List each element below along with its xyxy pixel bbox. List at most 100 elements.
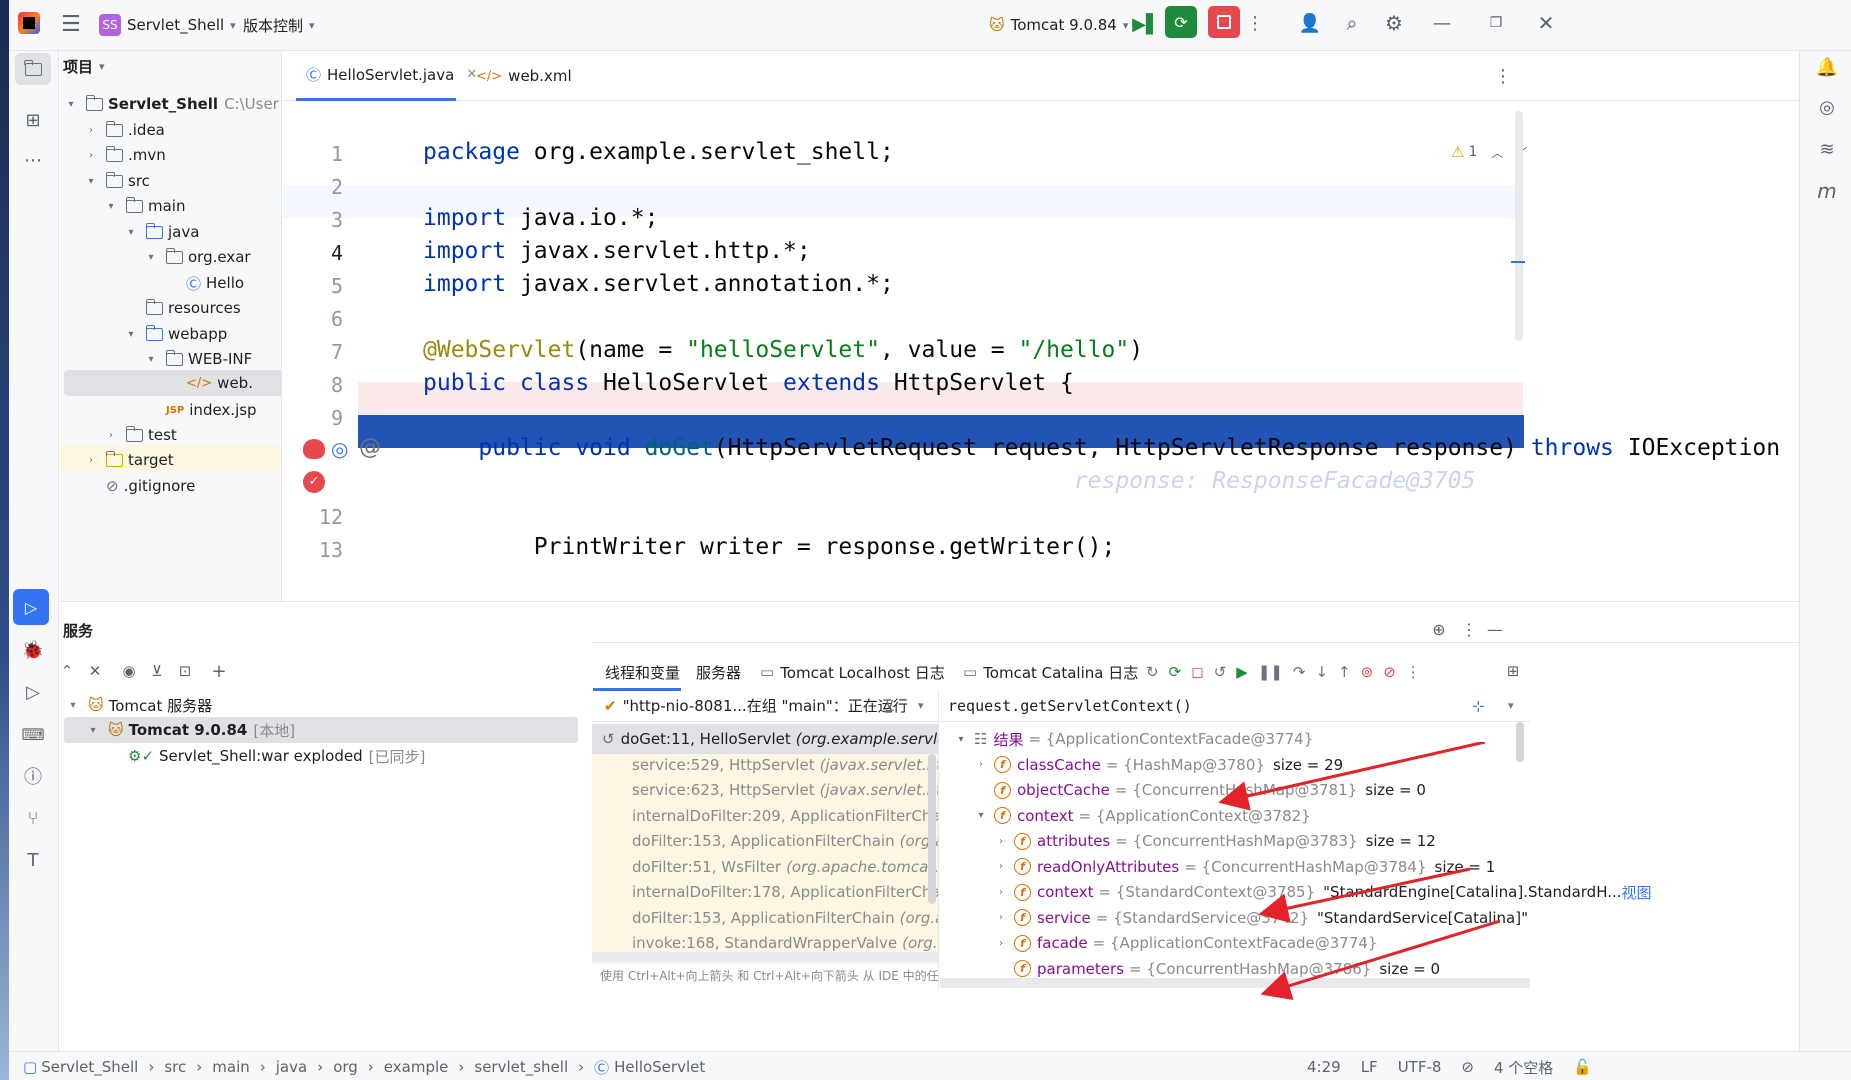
tab-threads-vars[interactable]: 线程和变量 xyxy=(605,658,680,686)
line-ending[interactable]: LF xyxy=(1361,1058,1378,1076)
indent-setting[interactable]: 4 个空格 xyxy=(1494,1057,1553,1078)
main-menu-icon[interactable]: ☰ xyxy=(59,12,83,37)
collapse-arrow-icon[interactable]: › xyxy=(994,938,1008,949)
breadcrumb-item[interactable]: main xyxy=(212,1058,249,1076)
services-icon[interactable]: ▷ xyxy=(13,589,49,625)
no-lock-icon[interactable]: ⊘ xyxy=(1461,1058,1474,1076)
debug-bug-icon[interactable]: 🐞 xyxy=(18,635,48,665)
debug-rerun-button[interactable]: ⟳ xyxy=(1165,6,1197,38)
active-breakpoint-icon[interactable]: ✓ xyxy=(303,471,325,493)
add-service-icon[interactable]: + xyxy=(208,660,230,682)
frames-hscroll[interactable] xyxy=(592,952,938,962)
tab-catalina-log[interactable]: ▭ Tomcat Catalina 日志 xyxy=(963,658,1138,686)
expand-all-icon[interactable]: ⌃ xyxy=(56,660,78,682)
collapse-arrow-icon[interactable]: › xyxy=(974,759,988,770)
vertical-scrollbar[interactable] xyxy=(1515,111,1523,341)
step-over-icon[interactable]: ↷ xyxy=(1293,663,1306,681)
tree-row-webxml[interactable]: </> web. xyxy=(186,368,253,398)
add-user-icon[interactable]: 👤 xyxy=(1297,10,1323,36)
settings-gear-icon[interactable]: ⚙ xyxy=(1381,10,1407,36)
tree-row-indexjsp[interactable]: JSP index.jsp xyxy=(166,395,257,425)
file-encoding[interactable]: UTF-8 xyxy=(1398,1058,1442,1076)
new-tab-icon[interactable]: ⊡ xyxy=(174,660,196,682)
minimize-icon[interactable]: — xyxy=(1429,10,1455,36)
notifications-icon[interactable]: 🔔 xyxy=(1813,53,1841,81)
more-icon[interactable]: ⋮ xyxy=(1406,663,1421,681)
filter-icon[interactable]: ⊻ xyxy=(146,660,168,682)
breadcrumb-item[interactable]: java xyxy=(276,1058,307,1076)
tree-row-gitignore[interactable]: ⊘ .gitignore xyxy=(106,471,195,501)
project-folder-icon[interactable] xyxy=(15,53,51,85)
expand-arrow-icon[interactable]: ▾ xyxy=(954,734,968,745)
hide-panel-icon[interactable]: — xyxy=(1484,618,1506,640)
project-panel-header[interactable]: 项目 ▾ xyxy=(63,53,105,79)
stop-button[interactable] xyxy=(1208,6,1240,38)
tab-menu-icon[interactable]: ⋮ xyxy=(1493,63,1513,89)
breadcrumb-item[interactable]: example xyxy=(384,1058,449,1076)
override-method-icon[interactable]: ◎ xyxy=(331,437,348,461)
vcs-menu[interactable]: 版本控制 ▾ xyxy=(243,10,315,40)
resume-icon[interactable]: ▶▌ xyxy=(1132,11,1160,37)
chevron-up-icon[interactable]: ︿ xyxy=(1491,144,1503,161)
tab-localhost-log[interactable]: ▭ Tomcat Localhost 日志 xyxy=(760,658,945,686)
app-logo[interactable] xyxy=(18,12,40,34)
collapse-arrow-icon[interactable]: › xyxy=(994,836,1008,847)
search-icon[interactable]: ⌕ xyxy=(1339,10,1365,36)
expression-field[interactable]: request.getServletContext() ⊹ ▾ xyxy=(940,690,1530,722)
breadcrumb-item[interactable]: org xyxy=(333,1058,358,1076)
chevron-down-icon[interactable]: ▾ xyxy=(1508,699,1514,712)
step-out-icon[interactable]: ↑ xyxy=(1338,663,1351,681)
collapse-arrow-icon[interactable]: › xyxy=(994,912,1008,923)
breadcrumb-item[interactable]: Servlet_Shell xyxy=(41,1058,138,1076)
service-artifact[interactable]: ⚙✓ Servlet_Shell:war exploded [已同步] xyxy=(128,741,425,771)
layout-icon[interactable]: ⊞ xyxy=(1502,660,1524,682)
pause-icon[interactable]: ❚❚ xyxy=(1258,663,1283,681)
run-icon[interactable]: ▷ xyxy=(18,677,48,707)
breadcrumb-item[interactable]: src xyxy=(164,1058,186,1076)
step-into-icon[interactable]: ↓ xyxy=(1315,663,1328,681)
frames-scrollbar[interactable] xyxy=(928,754,936,904)
project-selector[interactable]: SS Servlet_Shell ▾ xyxy=(99,10,236,40)
stop-icon[interactable]: ◻ xyxy=(1191,663,1203,681)
readonly-lock-icon[interactable]: 🔓 xyxy=(1573,1058,1592,1076)
more-icon[interactable]: ⋮ xyxy=(1245,11,1265,35)
target-icon[interactable]: ⊕ xyxy=(1428,618,1450,640)
ai-assistant-icon[interactable]: ◎ xyxy=(1813,93,1841,121)
collapse-all-icon[interactable]: ✕ xyxy=(84,660,106,682)
database-icon[interactable]: ≋ xyxy=(1813,135,1841,163)
add-watch-icon[interactable]: ⊹ xyxy=(1472,697,1485,715)
eye-icon[interactable]: ◉ xyxy=(118,660,140,682)
git-icon[interactable]: ⑂ xyxy=(18,803,48,833)
terminal-icon[interactable]: ⌨ xyxy=(18,719,48,749)
breadcrumb-item[interactable]: HelloServlet xyxy=(614,1058,705,1076)
problems-icon[interactable]: ⓘ xyxy=(18,761,48,791)
filter-icon[interactable]: ⊻ xyxy=(884,697,895,715)
breakpoint-icon[interactable] xyxy=(303,439,325,459)
collapse-arrow-icon[interactable]: › xyxy=(994,861,1008,872)
reload-icon[interactable]: ↺ xyxy=(1214,663,1227,681)
structure-icon[interactable]: ⊞ xyxy=(18,105,48,135)
breadcrumb-item[interactable]: servlet_shell xyxy=(474,1058,568,1076)
close-icon[interactable]: ✕ xyxy=(1533,10,1559,36)
more-tools-icon[interactable]: ⋯ xyxy=(18,145,48,175)
view-breakpoints-icon[interactable]: ⊚ xyxy=(1361,663,1374,681)
endpoint-icon[interactable]: @ xyxy=(359,435,381,460)
thread-selector[interactable]: ✔ "http-nio-8081...在组 "main"：正在运行 ⊻ ▾ xyxy=(592,690,938,722)
tab-server[interactable]: 服务器 xyxy=(696,658,741,686)
tab-webxml[interactable]: </> web.xml xyxy=(468,51,572,101)
mute-breakpoints-icon[interactable]: ⊘ xyxy=(1383,663,1396,681)
chevron-down-icon[interactable]: ▾ xyxy=(918,699,924,712)
more-icon[interactable]: ⋮ xyxy=(1458,618,1480,640)
maven-icon[interactable]: m xyxy=(1813,177,1841,205)
expand-arrow-icon[interactable]: ▾ xyxy=(974,810,988,821)
resume-program-icon[interactable]: ▶ xyxy=(1236,663,1248,681)
rerun-icon[interactable]: ↻ xyxy=(1146,663,1159,681)
caret-position[interactable]: 4:29 xyxy=(1307,1058,1341,1076)
build-hammer-icon[interactable]: T xyxy=(18,845,48,875)
collapse-arrow-icon[interactable]: › xyxy=(994,887,1008,898)
run-config-selector[interactable]: 🐱 Tomcat 9.0.84 ▾ xyxy=(989,10,1128,40)
restart-debug-icon[interactable]: ⟳ xyxy=(1169,663,1182,681)
restore-icon[interactable]: ❐ xyxy=(1483,10,1509,36)
view-link[interactable]: 视图 xyxy=(1622,882,1652,903)
tab-helloservlet[interactable]: Ⓒ HelloServlet.java ✕ xyxy=(296,51,477,101)
